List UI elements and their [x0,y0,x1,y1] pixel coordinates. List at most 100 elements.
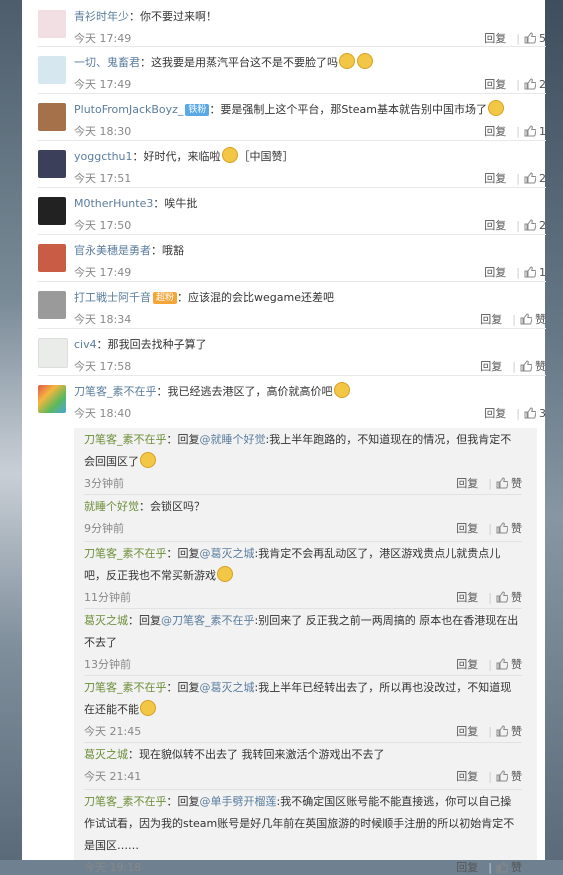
comment-username[interactable]: 一切、鬼畜君 [74,56,140,69]
like-button[interactable]: 赞 [496,591,522,604]
comment-text: ：哦豁 [151,244,184,257]
like-button[interactable]: 2 [524,78,546,91]
avatar[interactable] [38,385,66,413]
reply-username[interactable]: 刀笔客_素不在乎 [84,547,167,560]
reply-mention[interactable]: @葛灭之城 [200,681,255,694]
reply-mention[interactable]: @单手劈开榴莲 [200,795,277,808]
reply-button[interactable]: 回复 [456,522,478,535]
comment-item: civ4：那我回去找种子算了 今天 17:58 回复 | 赞 [38,328,546,376]
thumb-up-icon [496,770,508,782]
reply-button[interactable]: 回复 [484,125,506,138]
like-button[interactable]: 赞 [520,360,546,373]
comment-text: ：应该混的会比wegame还差吧 [177,291,334,304]
avatar[interactable] [38,197,66,225]
like-button[interactable]: 赞 [520,313,546,326]
reply-time: 今天 21:45 [84,725,142,738]
reply-button[interactable]: 回复 [456,770,478,783]
reply-text: ：现在貌似转不出去了 我转回来激活个游戏出不去了 [128,748,385,761]
thumb-up-icon [520,313,532,325]
comment-time: 今天 17:49 [74,78,132,91]
comment-item: 青衫时年少：你不要过来啊！ 今天 17:49 回复 | 5 [38,0,546,47]
thumb-up-icon [524,125,536,137]
like-button[interactable]: 3 [524,407,546,420]
comment-username[interactable]: 刀笔客_素不在乎 [74,385,157,398]
reply-item: 刀笔客_素不在乎：回复@葛灭之城:我肯定不会再乱动区了，港区游戏贵点儿就贵点儿吧… [84,542,522,609]
like-button[interactable]: 赞 [496,861,522,874]
comment-time: 今天 17:49 [74,266,132,279]
like-button[interactable]: 2 [524,172,546,185]
reply-username[interactable]: 刀笔客_素不在乎 [84,433,167,446]
like-button[interactable]: 赞 [496,477,522,490]
like-button[interactable]: 2 [524,219,546,232]
comment-username[interactable]: 青衫时年少 [74,10,129,23]
comment-username[interactable]: M0therHunte3 [74,197,153,210]
like-button[interactable]: 赞 [496,658,522,671]
comment-username[interactable]: 官永美穗是勇者 [74,244,151,257]
fan-badge[interactable]: 铁粉 [185,104,210,116]
comment-item: 刀笔客_素不在乎：我已经逃去港区了，高价就高价吧 今天 18:40 回复 | 3 [38,375,546,428]
like-button[interactable]: 5 [524,32,546,45]
avatar[interactable] [38,103,66,131]
comment-username[interactable]: civ4 [74,338,97,351]
like-button[interactable]: 1 [524,125,546,138]
avatar[interactable] [38,150,66,178]
reply-button[interactable]: 回复 [484,32,506,45]
reply-button[interactable]: 回复 [456,591,478,604]
reply-mention[interactable]: @葛灭之城 [200,547,255,560]
reply-item: 刀笔客_素不在乎：回复@葛灭之城:我上半年已经转出去了，所以再也没改过，不知道现… [84,676,522,743]
reply-username[interactable]: 葛灭之城 [84,614,128,627]
avatar[interactable] [38,338,68,368]
comment-username[interactable]: yoggcthu1 [74,150,133,163]
like-button[interactable]: 赞 [496,522,522,535]
like-count: 5 [539,32,546,45]
like-button[interactable]: 赞 [496,725,522,738]
reply-button[interactable]: 回复 [456,861,478,874]
comment-text: ：你不要过来啊！ [129,10,217,23]
comment-text: ：唉牛批 [153,197,198,210]
thumb-up-icon [524,219,536,231]
reply-time: 今天 21:41 [84,770,142,783]
laugh-emoji-icon [357,53,373,69]
reply-username[interactable]: 就睡个好觉 [84,500,139,513]
reply-username[interactable]: 刀笔客_素不在乎 [84,795,167,808]
reply-button[interactable]: 回复 [480,313,502,326]
reply-mention[interactable]: @刀笔客_素不在乎 [161,614,255,627]
reply-prefix: ：回复 [166,547,200,560]
thumb-up-icon [524,407,536,419]
reply-button[interactable]: 回复 [484,266,506,279]
like-label: 赞 [511,861,522,874]
thumb-up-icon [496,522,508,534]
reply-prefix: ：回复 [128,614,161,627]
reply-time: 13分钟前 [84,658,131,671]
laugh-emoji-icon [140,700,156,716]
like-count: 1 [539,266,546,279]
reply-button[interactable]: 回复 [484,78,506,91]
reply-mention[interactable]: @就睡个好觉 [200,433,266,446]
reply-button[interactable]: 回复 [456,658,478,671]
reply-button[interactable]: 回复 [484,407,506,420]
thumb-up-icon [524,266,536,278]
fan-badge[interactable]: 超粉 [153,292,178,304]
like-button[interactable]: 赞 [496,770,522,783]
avatar[interactable] [38,56,66,84]
comment-username[interactable]: 打工戦士阿千音 [74,291,151,304]
thumb-up-icon [524,32,536,44]
reply-username[interactable]: 葛灭之城 [84,748,128,761]
reply-username[interactable]: 刀笔客_素不在乎 [84,681,167,694]
comment-text: ：我已经逃去港区了，高价就高价吧 [156,385,333,398]
comment-time: 今天 18:40 [74,407,132,420]
reply-prefix: ：回复 [166,681,200,694]
avatar[interactable] [38,10,66,38]
comment-text-suffix: ［中国赞］ [238,150,294,163]
reply-button[interactable]: 回复 [484,219,506,232]
comment-item: M0therHunte3：唉牛批 今天 17:50 回复 | 2 [38,187,546,235]
like-button[interactable]: 1 [524,266,546,279]
thumb-up-icon [524,78,536,90]
reply-button[interactable]: 回复 [484,172,506,185]
comment-username[interactable]: PlutoFromJackBoyz_ [74,103,183,116]
avatar[interactable] [38,291,66,319]
reply-button[interactable]: 回复 [480,360,502,373]
reply-button[interactable]: 回复 [456,477,478,490]
avatar[interactable] [38,244,66,272]
reply-button[interactable]: 回复 [456,725,478,738]
